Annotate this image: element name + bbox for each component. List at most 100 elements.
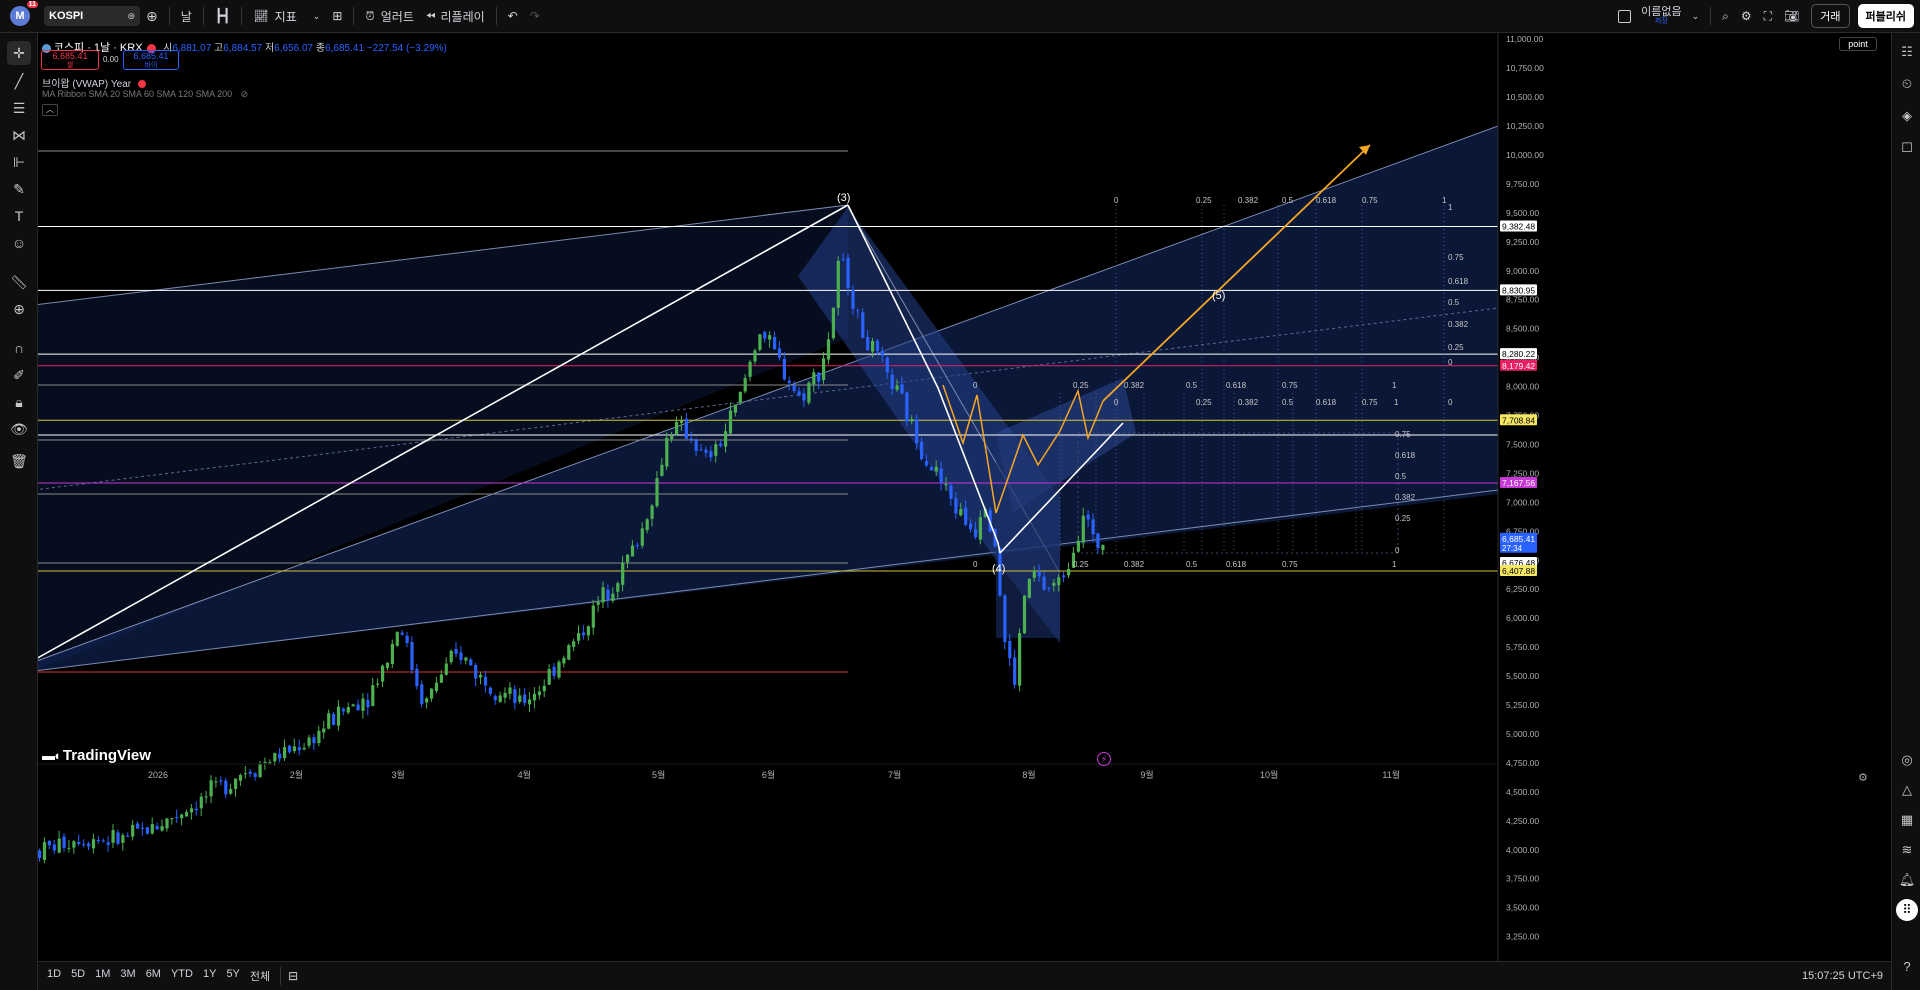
fib-label-right-a: 0.618: [1448, 277, 1469, 286]
eye-icon[interactable]: 👁︎: [7, 417, 31, 441]
ruler-tool-icon[interactable]: 📏︎: [7, 270, 31, 294]
app-logo[interactable]: M 11: [10, 1, 38, 26]
chat-icon[interactable]: ☐: [1896, 137, 1918, 159]
pattern-tool-icon[interactable]: ⋈: [7, 123, 31, 147]
templates-button[interactable]: ⊞: [326, 4, 348, 28]
candle-body: [949, 485, 953, 499]
fib-label-right-b: 0.25: [1395, 514, 1411, 523]
vwap-legend[interactable]: 브이왑 (VWAP) Year: [42, 75, 146, 90]
calendar-icon[interactable]: ▦: [1896, 809, 1918, 831]
magnet-icon[interactable]: ∩: [7, 336, 31, 360]
range-button[interactable]: 1Y: [198, 968, 221, 984]
candle-body: [939, 468, 943, 483]
price-tag-label: 8,830.95: [1502, 285, 1535, 295]
ma-ribbon-legend[interactable]: MA Ribbon SMA 20 SMA 60 SMA 120 SMA 200 …: [42, 89, 248, 100]
forecast-tool-icon[interactable]: ⊩: [7, 150, 31, 174]
bottom-toolbar: 1D 5D 1M 3M 6M YTD 1Y 5Y 전체 ⊟ 15:07:25 UTC+9: [38, 961, 1891, 990]
trendline-tool-icon[interactable]: ╱: [7, 69, 31, 93]
candle-body: [709, 451, 713, 458]
candle-body: [513, 689, 517, 704]
layout-menu-button[interactable]: ⌄: [1686, 4, 1706, 28]
ideas-icon[interactable]: △: [1896, 779, 1918, 801]
publish-button[interactable]: 퍼블리쉬: [1857, 4, 1914, 28]
range-button[interactable]: 1M: [90, 968, 115, 984]
replay-button[interactable]: ⏪︎ 리플레이: [420, 4, 491, 28]
chart-type-button[interactable]: ┣┫: [209, 4, 237, 28]
range-button[interactable]: 3M: [115, 968, 140, 984]
text-tool-icon[interactable]: T: [7, 204, 31, 228]
search-icon: ⌕: [1722, 8, 1729, 23]
range-button[interactable]: 6M: [141, 968, 166, 984]
range-button[interactable]: 1D: [42, 968, 66, 984]
snapshot-button[interactable]: 📷︎: [1778, 4, 1805, 28]
candle-body: [430, 688, 434, 699]
plus-circle-icon: ⊕: [146, 7, 158, 24]
collapse-legend-button[interactable]: ︿: [42, 104, 58, 116]
chart-canvas[interactable]: (3) (4) (5) 0 0.25 0.382 0.5 0.618 0.75 1 0 0.25 0.3…: [38, 33, 1891, 961]
low-value: 6,656.07: [274, 43, 314, 54]
candle-body: [1013, 657, 1017, 685]
candle-body: [425, 698, 429, 703]
goto-date-button[interactable]: ⊟: [288, 969, 298, 983]
range-button[interactable]: YTD: [166, 968, 198, 984]
symbol-search[interactable]: KOSPI ⊜: [44, 6, 140, 26]
layers-icon[interactable]: ◈: [1896, 105, 1918, 127]
top-toolbar: M 11 KOSPI ⊜ ⊕ 날 ┣┫ 📈︎ 지표 ⌄ ⊞ ⏰︎ 얼러트 ⏪︎ 리플레이…: [0, 0, 1920, 33]
trash-icon[interactable]: 🗑︎: [7, 449, 31, 473]
alerts-clock-icon[interactable]: ⏲: [1896, 73, 1918, 95]
brush-tool-icon[interactable]: ✎: [7, 177, 31, 201]
compare-add-button[interactable]: ⊕: [140, 4, 164, 28]
candle-body: [861, 312, 865, 338]
candle-body: [297, 747, 301, 751]
candle-body: [106, 842, 110, 845]
range-button[interactable]: 전체: [245, 968, 275, 984]
price-tick-label: 3,500.00: [1506, 903, 1539, 913]
layout-toggle[interactable]: [1612, 4, 1637, 28]
apps-grid-icon[interactable]: ⠿: [1896, 899, 1918, 921]
fib-label-top: 0.382: [1238, 196, 1259, 205]
axis-settings-icon[interactable]: ⚙: [1858, 771, 1868, 784]
redo-button[interactable]: ↷: [524, 4, 546, 28]
pencil-lock-icon[interactable]: ✐: [7, 363, 31, 387]
lock-icon[interactable]: 🔒︎: [7, 390, 31, 414]
chart-pane[interactable]: (3) (4) (5) 0 0.25 0.382 0.5 0.618 0.75 1 0 0.25 0.3…: [38, 33, 1891, 961]
price-tick-label: 7,000.00: [1506, 497, 1539, 507]
candle-body: [890, 374, 894, 389]
price-scale-mode[interactable]: point: [1839, 37, 1877, 51]
candle-body: [234, 778, 238, 789]
candle-body: [464, 657, 468, 661]
indicators-button[interactable]: 📈︎ 지표 ⌄: [247, 4, 326, 28]
layout-name-button[interactable]: 이름없음 저장: [1641, 7, 1681, 26]
range-button[interactable]: 5D: [66, 968, 90, 984]
bell-icon[interactable]: 🔔︎: [1896, 869, 1918, 891]
fib-label-top: 1: [1442, 196, 1447, 205]
fullscreen-button[interactable]: ⛶: [1758, 4, 1778, 28]
trade-button[interactable]: 거래: [1811, 4, 1850, 28]
candle-body: [650, 505, 654, 519]
candle-body: [880, 351, 884, 356]
crosshair-tool-icon[interactable]: ✛: [7, 41, 31, 65]
buy-button[interactable]: 6,685.41 바이: [123, 50, 179, 70]
interval-button[interactable]: 날: [175, 4, 198, 28]
flash-icon[interactable]: ⚡︎: [1097, 752, 1111, 766]
watchlist-icon[interactable]: ☷: [1896, 41, 1918, 63]
price-tick-label: 8,000.00: [1506, 382, 1539, 392]
sell-button[interactable]: 6,685.41 셀: [41, 50, 99, 70]
range-button[interactable]: 5Y: [221, 968, 244, 984]
undo-button[interactable]: ↶: [502, 4, 524, 28]
fib-tool-icon[interactable]: ☰: [7, 96, 31, 120]
stream-icon[interactable]: ≋: [1896, 839, 1918, 861]
zoom-in-icon[interactable]: ⊕: [7, 297, 31, 321]
fib-label-mid: 0.75: [1282, 381, 1298, 390]
alert-button[interactable]: ⏰︎ 얼러트: [359, 4, 420, 28]
target-icon[interactable]: ◎: [1896, 749, 1918, 771]
quick-search-button[interactable]: ⌕: [1716, 4, 1735, 28]
candle-body: [1067, 568, 1071, 576]
help-icon[interactable]: ?: [1896, 955, 1918, 977]
settings-button[interactable]: ⚙: [1735, 4, 1758, 28]
candle-body: [214, 781, 218, 783]
emoji-tool-icon[interactable]: ☺: [7, 231, 31, 255]
symbol-legend: 코스피 · 1날 · KRX 시6,881.07 고6,884.57 저6,65…: [42, 39, 447, 55]
wave-3-label: (3): [837, 192, 850, 204]
clock[interactable]: 15:07:25 UTC+9: [1802, 970, 1883, 982]
